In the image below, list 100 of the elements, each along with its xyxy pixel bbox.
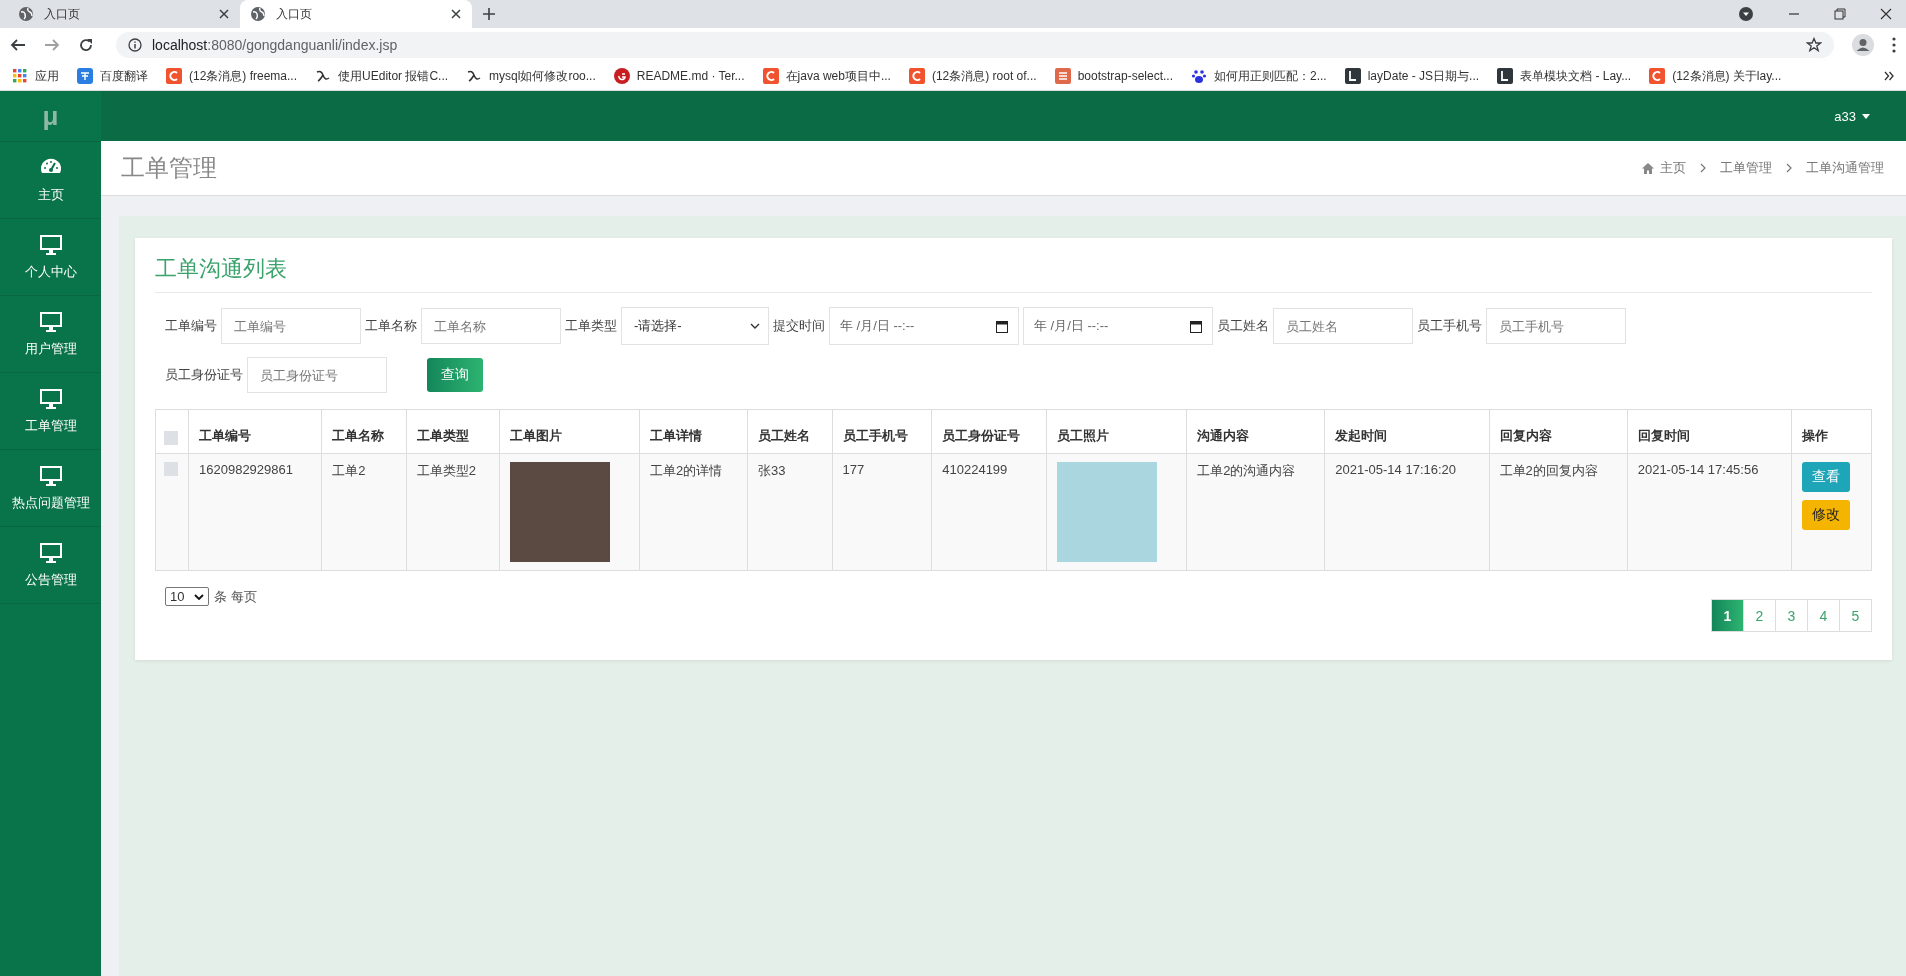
bookmark[interactable]: 表单模块文档 - Lay... [1497,67,1632,85]
globe-icon [250,6,266,22]
column-header: 员工姓名 [758,428,811,443]
table-cell: 2021-05-14 17:16:20 [1335,462,1457,477]
field-label: 员工手机号 [1417,317,1482,335]
table-cell: 工单2的详情 [650,463,723,478]
field-label: 员工姓名 [1217,317,1269,335]
monitor-icon [38,387,63,411]
l-logo-icon [1497,68,1514,84]
bookmark[interactable]: README.md · Ter... [613,68,745,84]
bookmark[interactable]: mysql如何修改roo... [466,67,596,85]
browser-tab[interactable]: 入口页 [240,0,472,28]
profile-icon[interactable] [1852,34,1874,56]
breadcrumb-link[interactable]: 工单沟通管理 [1806,159,1884,177]
table-cell: 工单2的沟通内容 [1197,463,1296,478]
field-label: 提交时间 [773,317,825,335]
input-field[interactable]: 员工姓名 [1273,308,1413,344]
tab-title: 入口页 [276,5,313,23]
bookmark[interactable]: 百度翻译 [77,67,148,85]
input-field[interactable]: 员工手机号 [1486,308,1626,344]
bookmark[interactable]: layDate - JS日期与... [1344,67,1480,85]
column-header: 沟通内容 [1197,428,1250,443]
close-icon[interactable] [1880,8,1892,20]
restore-icon[interactable] [1834,8,1846,20]
c-logo-icon [1649,68,1666,84]
apps-grid-icon [12,68,28,84]
date-field[interactable]: 年 /月/日 --:-- [829,307,1019,345]
star-icon[interactable] [1806,37,1822,53]
column-header: 工单名称 [332,428,385,443]
column-header: 员工手机号 [842,428,908,443]
bookmark[interactable]: 应用 [12,67,59,85]
input-field[interactable]: 工单编号 [221,308,361,344]
field-label: 工单类型 [565,317,617,335]
page-title: 工单管理 [121,153,217,183]
search-button[interactable]: 查询 [427,358,483,392]
column-header: 回复时间 [1637,428,1690,443]
bookmark[interactable]: (12条消息) freema... [166,67,298,85]
input-field[interactable]: 员工身份证号 [247,357,387,393]
breadcrumb-link[interactable]: 工单管理 [1720,159,1772,177]
type-select[interactable]: -请选择- [621,307,769,345]
close-icon[interactable] [450,8,462,20]
tab-title: 入口页 [44,5,81,23]
info-icon [128,38,142,52]
field-label: 工单编号 [165,317,217,335]
bookmark[interactable]: (12条消息) 关于lay... [1649,67,1782,85]
globe-icon [18,6,34,22]
l-logo-icon [1344,68,1361,84]
input-field[interactable]: 工单名称 [421,308,561,344]
calendar-icon [1190,319,1202,333]
column-header: 工单编号 [199,428,251,443]
table-cell: 工单2的回复内容 [1499,463,1598,478]
bookmark[interactable]: 如何用正则匹配：2... [1191,67,1327,85]
monitor-icon [38,541,63,565]
select-all-checkbox[interactable] [164,431,178,445]
bookmark[interactable]: (12条消息) root of... [908,67,1037,85]
field-label: 工单名称 [365,317,417,335]
bookmark[interactable]: 在java web项目中... [762,67,891,85]
c-logo-icon [908,68,925,84]
column-header: 工单图片 [509,428,562,443]
column-header: 工单详情 [650,428,702,443]
table-cell: 177 [842,462,865,477]
address-bar[interactable]: localhost:8080/gongdanguanli/index.jsp [116,32,1834,58]
g-logo-icon [613,68,630,84]
chevron-double-right-icon[interactable] [1884,71,1894,81]
forward-arrow-icon[interactable] [44,37,60,53]
caret-icon [1862,113,1870,119]
more-vertical-icon[interactable] [1892,37,1896,53]
browser-tab[interactable]: 入口页 [8,0,240,28]
monitor-icon [38,233,63,257]
back-arrow-icon[interactable] [10,37,26,53]
bookmark[interactable]: bootstrap-select... [1054,68,1173,84]
paw-icon [1191,68,1207,84]
dropdown-circle-icon[interactable] [1738,6,1754,22]
user-menu[interactable]: a33 [1834,108,1870,124]
edit-button[interactable]: 修改 [1801,500,1850,530]
row-checkbox[interactable] [164,462,178,476]
page-size-select[interactable]: 10 [165,587,210,606]
card-title: 工单沟通列表 [155,254,1872,293]
table-cell: 1620982929861 [199,462,293,477]
close-icon[interactable] [218,8,230,20]
breadcrumb-link[interactable]: 主页 [1642,159,1686,177]
table-cell: 工单类型2 [416,463,477,478]
table-cell: 2021-05-14 17:45:56 [1637,462,1759,477]
c-logo-icon [762,68,779,84]
c-logo-icon [166,68,182,84]
chevron-down-icon [194,593,205,600]
page-size-label: 条 每页 [214,587,258,606]
calendar-icon [996,319,1008,333]
date-field[interactable]: 年 /月/日 --:-- [1023,307,1213,345]
reload-icon[interactable] [78,37,94,53]
chevron-right-icon [1700,163,1706,173]
plus-icon[interactable] [482,7,496,21]
home-icon [1642,162,1654,174]
bookmark[interactable]: 使用UEditor 报错C... [315,67,449,85]
field-label: 员工身份证号 [165,366,243,384]
translate-icon [77,68,93,84]
column-header: 员工身份证号 [942,428,1021,443]
table-cell: 张33 [758,463,786,478]
column-header: 工单类型 [416,428,469,443]
table-cell: 410224199 [942,462,1008,477]
